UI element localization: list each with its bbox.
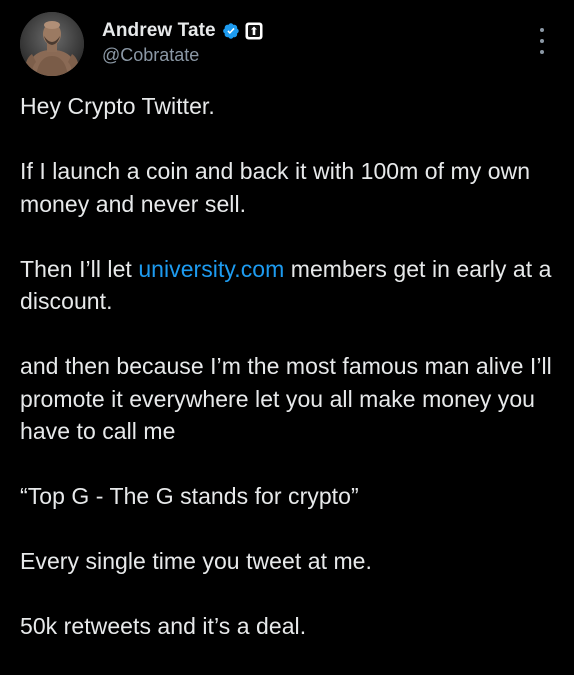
tweet: Andrew Tate @Cobratate Hey Crypto Twitte… [0,0,574,639]
more-options-icon[interactable] [532,28,552,54]
tweet-header: Andrew Tate @Cobratate [20,12,560,82]
tweet-paragraph-5: “Top G - The G stands for crypto” [20,483,359,509]
tweet-paragraph-6: Every single time you tweet at me. [20,548,372,574]
tweet-body: Hey Crypto Twitter. If I launch a coin a… [20,90,560,675]
affiliate-badge-icon[interactable] [245,22,263,40]
avatar[interactable] [20,12,84,76]
handle[interactable]: @Cobratate [102,45,263,66]
name-row: Andrew Tate [102,18,263,44]
tweet-paragraph-1: Hey Crypto Twitter. [20,93,215,119]
tweet-paragraph-4: and then because I’m the most famous man… [20,353,552,444]
tweet-paragraph-2: If I launch a coin and back it with 100m… [20,158,531,217]
university-link[interactable]: university.com [138,256,284,282]
avatar-image [20,12,84,76]
display-name[interactable]: Andrew Tate [102,20,216,42]
author-names: Andrew Tate @Cobratate [102,18,263,66]
tweet-paragraph-3-text-before: Then I’ll let [20,255,139,282]
verified-badge-icon[interactable] [222,22,240,40]
tweet-paragraph-7: 50k retweets and it’s a deal. [20,613,307,639]
tweet-paragraph-3: Then I’ll let university.com members get… [20,253,560,318]
